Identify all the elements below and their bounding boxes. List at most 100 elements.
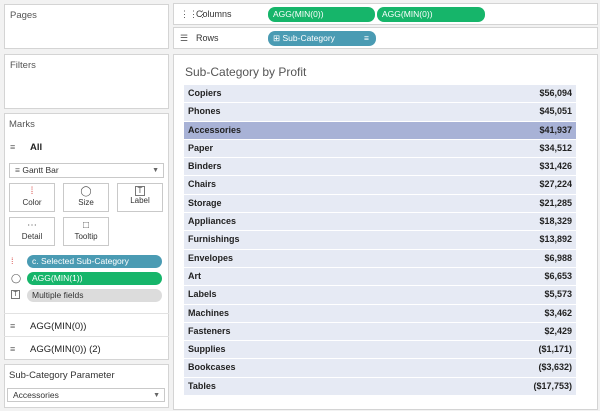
color-label: Color	[22, 198, 42, 207]
tooltip-button[interactable]: □ Tooltip	[63, 217, 109, 246]
label-icon: T	[11, 290, 20, 299]
color-dots-icon: ⁞	[11, 256, 14, 266]
profit-value: ($3,632)	[538, 362, 572, 373]
sub-category-name: Fasteners	[188, 325, 231, 336]
label-label: Label	[130, 196, 150, 205]
gantt-bar-icon: ≡	[10, 321, 16, 331]
sub-category-name: Accessories	[188, 124, 242, 135]
sub-category-name: Storage	[188, 197, 222, 208]
profit-value: $34,512	[539, 142, 572, 153]
label-icon: T	[135, 186, 145, 196]
profit-value: $45,051	[539, 106, 572, 117]
table-row[interactable]: Storage $21,285	[184, 193, 576, 213]
size-icon: ◯	[11, 273, 22, 283]
sub-category-name: Appliances	[188, 216, 237, 227]
profit-value: ($17,753)	[533, 380, 572, 391]
profit-value: $3,462	[544, 307, 572, 318]
table-row[interactable]: Copiers $56,094	[184, 84, 576, 103]
profit-value: $27,224	[539, 179, 572, 190]
table-row[interactable]: Labels $5,573	[184, 285, 576, 304]
color-dots-icon: ⁞	[30, 186, 34, 197]
table-row[interactable]: Furnishings $13,892	[184, 230, 576, 249]
table-row[interactable]: Supplies ($1,171)	[184, 340, 576, 359]
rows-icon: ☰	[180, 33, 189, 43]
label-pill[interactable]: Multiple fields	[27, 289, 162, 302]
sub-category-name: Tables	[188, 380, 216, 391]
color-button[interactable]: ⁞ Color	[9, 183, 55, 212]
profit-value: $6,653	[544, 270, 572, 281]
profit-value: $5,573	[544, 289, 572, 300]
pages-title: Pages	[10, 10, 37, 21]
gantt-bar-icon: ≡	[10, 344, 16, 354]
marks-card-agg-min-0-2[interactable]: AGG(MIN(0)) (2)	[30, 344, 101, 355]
detail-label: Detail	[21, 232, 43, 241]
rows-shelf[interactable]: ☰ Rows ⊞ Sub-Category ≡	[173, 27, 598, 49]
marks-title: Marks	[9, 119, 35, 130]
sheet-title: Sub-Category by Profit	[185, 65, 307, 79]
pages-card: Pages	[4, 4, 169, 49]
tooltip-icon: □	[82, 220, 90, 231]
sub-category-name: Phones	[188, 106, 221, 117]
sub-category-name: Machines	[188, 307, 230, 318]
color-pill[interactable]: c. Selected Sub-Category	[27, 255, 162, 268]
parameter-value: Accessories	[13, 390, 59, 400]
rows-pill-sub-category[interactable]: ⊞ Sub-Category ≡	[268, 31, 376, 46]
sub-category-name: Copiers	[188, 88, 222, 98]
sub-category-name: Binders	[188, 161, 222, 172]
table-row[interactable]: Appliances $18,329	[184, 212, 576, 231]
table-row[interactable]: Chairs $27,224	[184, 175, 576, 194]
mark-type-dropdown[interactable]: ≡ Gantt Bar ▼	[9, 163, 164, 178]
label-button[interactable]: T Label	[117, 183, 163, 212]
size-button[interactable]: ◯ Size	[63, 183, 109, 212]
sub-category-name: Labels	[188, 289, 217, 300]
tooltip-label: Tooltip	[74, 232, 98, 241]
columns-shelf[interactable]: ⋮⋮⋮ Columns AGG(MIN(0)) AGG(MIN(0))	[173, 3, 598, 25]
sort-icon: ≡	[364, 33, 369, 43]
size-label: Size	[78, 198, 94, 207]
table-row[interactable]: Accessories $41,937	[184, 120, 576, 139]
detail-icon: ⋯	[27, 220, 37, 231]
table-row[interactable]: Binders $31,426	[184, 157, 576, 176]
parameter-dropdown[interactable]: Accessories ▼	[7, 388, 165, 402]
table-row[interactable]: Envelopes $6,988	[184, 248, 576, 267]
table-row[interactable]: Machines $3,462	[184, 303, 576, 322]
filters-card[interactable]: Filters	[4, 54, 169, 109]
sub-category-name: Supplies	[188, 344, 226, 355]
profit-value: $2,429	[544, 325, 572, 336]
filters-title: Filters	[10, 60, 36, 71]
detail-button[interactable]: ⋯ Detail	[9, 217, 55, 246]
divider	[4, 313, 169, 314]
profit-value: $31,426	[539, 161, 572, 172]
parameter-title: Sub-Category Parameter	[9, 370, 115, 381]
mark-type-value: Gantt Bar	[22, 165, 59, 175]
profit-value: $6,988	[544, 252, 572, 263]
chevron-down-icon: ▼	[152, 167, 159, 174]
profit-value: ($1,171)	[538, 344, 572, 355]
sub-category-name: Envelopes	[188, 252, 234, 263]
table-row[interactable]: Tables ($17,753)	[184, 376, 576, 396]
columns-pill-2[interactable]: AGG(MIN(0))	[377, 7, 485, 22]
columns-pill-1[interactable]: AGG(MIN(0))	[268, 7, 375, 22]
size-icon: ◯	[80, 186, 92, 197]
table-row[interactable]: Fasteners $2,429	[184, 321, 576, 341]
table-row[interactable]: Bookcases ($3,632)	[184, 358, 576, 377]
table-row[interactable]: Phones $45,051	[184, 102, 576, 121]
sub-category-name: Paper	[188, 142, 214, 153]
sub-category-name: Furnishings	[188, 234, 240, 245]
size-pill[interactable]: AGG(MIN(1))	[27, 272, 162, 285]
profit-value: $18,329	[539, 216, 572, 227]
profit-value: $13,892	[539, 234, 572, 245]
marks-card-agg-min-0[interactable]: AGG(MIN(0))	[30, 321, 86, 332]
sub-category-name: Chairs	[188, 179, 217, 190]
rows-pill-label: Sub-Category	[282, 33, 335, 43]
table-row[interactable]: Art $6,653	[184, 266, 576, 286]
marks-all-label[interactable]: All	[30, 142, 42, 153]
profit-value: $21,285	[539, 197, 572, 208]
columns-label: Columns	[196, 9, 232, 19]
sub-category-name: Art	[188, 270, 201, 281]
divider	[4, 336, 169, 337]
chevron-down-icon: ▼	[153, 392, 160, 399]
data-table: Copiers $56,094 Phones $45,051 Accessories $4…	[184, 84, 576, 396]
table-row[interactable]: Paper $34,512	[184, 138, 576, 158]
profit-value: $41,937	[539, 124, 572, 135]
